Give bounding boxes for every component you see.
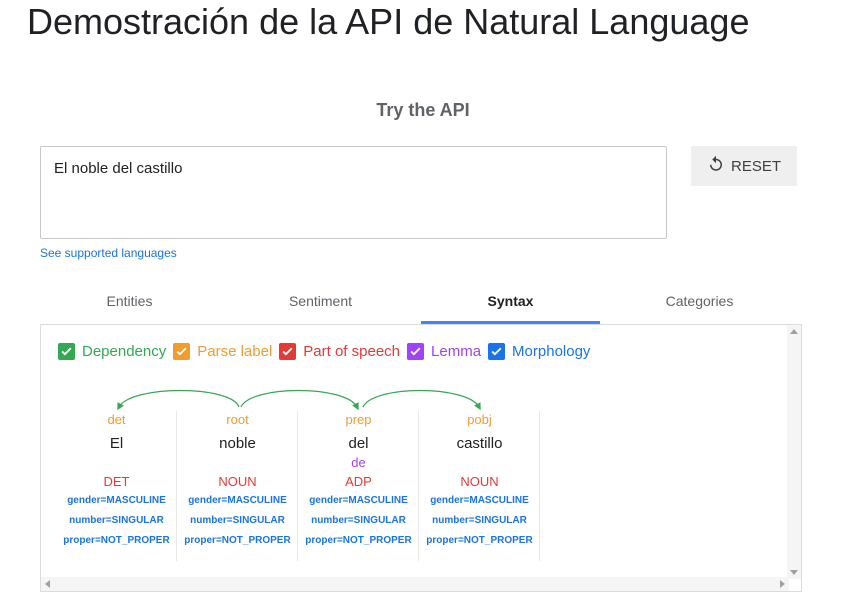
token-lemma [420,455,539,471]
token-lemma [57,455,176,471]
syntax-panel: Dependency Parse label Part of speech Le… [40,324,802,592]
token-morph-gender: gender=MASCULINE [67,495,166,506]
token-word: noble [219,435,256,452]
legend: Dependency Parse label Part of speech Le… [58,343,597,360]
token-morph-gender: gender=MASCULINE [309,495,408,506]
token-column: pobj castillo NOUN gender=MASCULINE numb… [420,411,540,561]
tab-sentiment[interactable]: Sentiment [231,284,410,324]
legend-label: Part of speech [303,343,401,360]
dependency-arcs [117,389,481,411]
token-column: det El DET gender=MASCULINE number=SINGU… [57,411,177,561]
supported-languages-link[interactable]: See supported languages [40,246,177,260]
token-morph-proper: proper=NOT_PROPER [305,535,412,546]
checkbox-checked-icon[interactable] [488,343,506,360]
token-column: prep del de ADP gender=MASCULINE number=… [299,411,419,561]
token-morph-number: number=SINGULAR [311,515,406,526]
token-pos: NOUN [218,474,257,489]
scroll-right-icon[interactable] [780,580,785,588]
token-morph-number: number=SINGULAR [69,515,164,526]
section-title: Try the API [376,100,470,120]
token-pos: DET [103,474,130,489]
scroll-left-icon[interactable] [45,580,50,588]
legend-label: Morphology [512,343,591,360]
reset-label: RESET [730,157,781,175]
reset-button[interactable]: RESET [691,146,797,186]
token-morph-proper: proper=NOT_PROPER [184,535,291,546]
text-input[interactable]: El noble del castillo [40,146,667,239]
legend-label: Lemma [431,343,482,360]
token-pos: ADP [345,474,372,489]
dependency-arc-det [117,389,240,411]
vertical-scrollbar[interactable] [787,325,801,579]
token-parse-label: pobj [467,412,492,427]
token-parse-label: det [107,412,126,427]
token-word: castillo [456,435,503,452]
tab-categories[interactable]: Categories [610,284,789,324]
reset-icon [707,155,725,177]
token-parse-label: root [226,412,249,427]
token-morph-gender: gender=MASCULINE [430,495,529,506]
token-morph-gender: gender=MASCULINE [188,495,287,506]
scroll-up-icon[interactable] [790,329,798,334]
tab-entities[interactable]: Entities [40,284,219,324]
legend-lemma[interactable]: Lemma [407,343,481,360]
token-morph-proper: proper=NOT_PROPER [426,535,533,546]
token-word: del [348,435,369,452]
dependency-arc-prep [240,389,359,411]
legend-dependency[interactable]: Dependency [58,343,166,360]
token-word: El [109,435,124,452]
token-lemma: de [351,455,366,470]
legend-part-of-speech[interactable]: Part of speech [279,343,400,360]
checkbox-checked-icon[interactable] [173,343,191,360]
tab-syntax[interactable]: Syntax [421,284,600,324]
token-morph-number: number=SINGULAR [190,515,285,526]
token-pos: NOUN [460,474,499,489]
legend-parse-label[interactable]: Parse label [173,343,272,360]
token-morph-number: number=SINGULAR [432,515,527,526]
checkbox-checked-icon[interactable] [279,343,297,360]
legend-label: Parse label [197,343,273,360]
checkbox-checked-icon[interactable] [407,343,425,360]
legend-morphology[interactable]: Morphology [488,343,590,360]
token-parse-label: prep [345,412,372,427]
horizontal-scrollbar[interactable] [41,577,789,591]
token-lemma [178,455,297,471]
token-morph-proper: proper=NOT_PROPER [63,535,170,546]
page-title: Demostración de la API de Natural Langua… [27,1,750,42]
scroll-down-icon[interactable] [790,570,798,575]
dependency-arc-pobj [362,389,481,411]
checkbox-checked-icon[interactable] [58,343,75,360]
legend-label: Dependency [82,343,167,360]
token-column: root noble NOUN gender=MASCULINE number=… [178,411,298,561]
